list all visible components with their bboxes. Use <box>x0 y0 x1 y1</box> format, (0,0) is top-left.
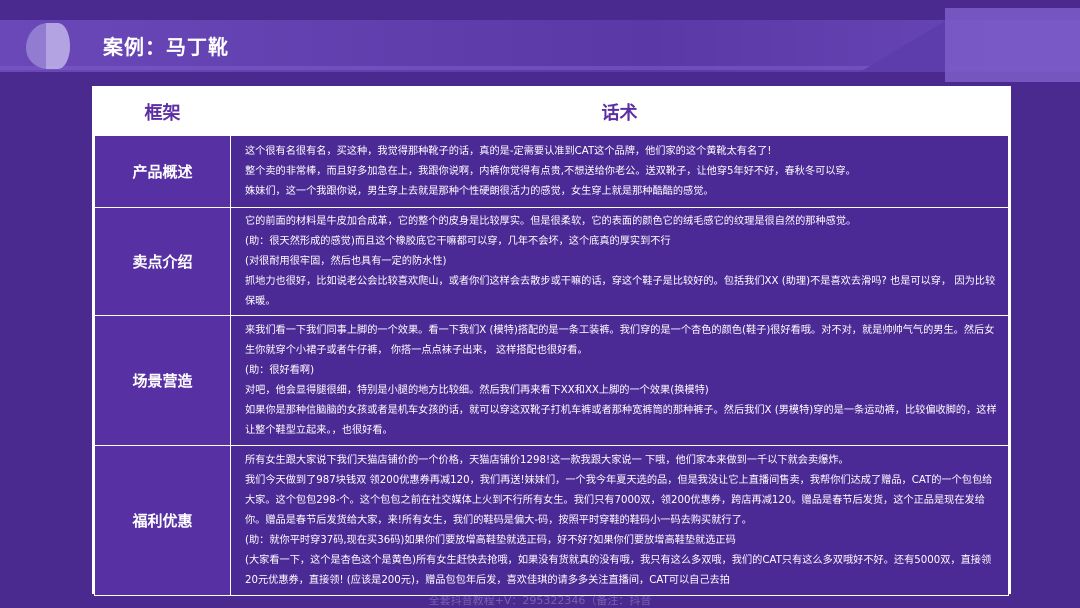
speech-line: 姝妹们，这一个我跟你说，男生穿上去就是那种个性硬朗很活力的感觉，女生穿上就是那种… <box>245 185 714 197</box>
row-speech: 它的前面的材料是牛皮加合成革，它的整个的皮身是比较厚实。但是很柔软，它的表面的颜… <box>230 207 1009 316</box>
row-speech: 来我们看一下我们同事上脚的一个效果。看一下我们X (模特)搭配的是一条工装裤。我… <box>230 315 1009 446</box>
row-frame-label: 卖点介绍 <box>94 207 231 316</box>
speech-line: 对吧，他会显得腿很细，特别是小腿的地方比较细。然后我们再来看下XX和XX上脚的一… <box>245 384 709 396</box>
table-header-row: 框架 话术 <box>94 88 1009 136</box>
script-table-grid: 框架 话术 产品概述 这个很有名很有名，买这种，我觉得那种靴子的话，真的是-定需… <box>94 88 1009 596</box>
speech-line: 它的前面的材料是牛皮加合成革，它的整个的皮身是比较厚实。但是很柔软，它的表面的颜… <box>245 215 857 227</box>
speech-line: 这个很有名很有名，买这种，我觉得那种靴子的话，真的是-定需要认准到CAT这个品牌… <box>245 145 772 157</box>
row-frame-label: 场景营造 <box>94 315 231 446</box>
table-row: 场景营造 来我们看一下我们同事上脚的一个效果。看一下我们X (模特)搭配的是一条… <box>94 315 1009 446</box>
header-frame: 框架 <box>94 88 231 136</box>
speech-line: 我们今天做到了987块钱双 领200优惠券再减120，我们再送!妹妹们，一个我今… <box>245 474 993 526</box>
row-speech: 所有女生跟大家说下我们天猫店铺价的一个价格，天猫店铺价1298!这一款我跟大家说… <box>230 445 1009 596</box>
row-frame-label: 产品概述 <box>94 135 231 208</box>
speech-line: 抓地力也很好，比如说老公会比较喜欢爬山，或者你们这样会去散步或干嘛的话，穿这个鞋… <box>245 275 996 307</box>
speech-line: (助：很好看啊) <box>245 364 315 376</box>
speech-line: 来我们看一下我们同事上脚的一个效果。看一下我们X (模特)搭配的是一条工装裤。我… <box>245 324 995 356</box>
speech-line: (对很耐用很牢固，然后也具有一定的防水性) <box>245 255 447 267</box>
table-row: 卖点介绍 它的前面的材料是牛皮加合成革，它的整个的皮身是比较厚实。但是很柔软，它… <box>94 207 1009 316</box>
script-table: 框架 话术 产品概述 这个很有名很有名，买这种，我觉得那种靴子的话，真的是-定需… <box>92 86 1011 596</box>
speech-line: (助：很天然形成的感觉)而且这个橡胶底它干嘛都可以穿，几年不会坏，这个底真的厚实… <box>245 235 671 247</box>
header-speech: 话术 <box>230 88 1009 136</box>
logo-icon <box>26 23 70 69</box>
table-row: 产品概述 这个很有名很有名，买这种，我觉得那种靴子的话，真的是-定需要认准到CA… <box>94 135 1009 208</box>
slide-title: 案例：马丁靴 <box>103 35 229 59</box>
corner-decoration <box>945 8 1080 82</box>
speech-line: (大家看一下，这个是杏色这个是黄色)所有女生赶快去抢哦，如果没有货就真的没有哦，… <box>245 554 992 586</box>
row-frame-label: 福利优惠 <box>94 445 231 596</box>
speech-line: (助：就你平时穿37码,现在买36码)如果你们要放增高鞋垫就选正码，好不好?如果… <box>245 534 736 546</box>
row-speech: 这个很有名很有名，买这种，我觉得那种靴子的话，真的是-定需要认准到CAT这个品牌… <box>230 135 1009 208</box>
speech-line: 如果你是那种信脑脑的女孩或者是机车女孩的话，就可以穿这双靴子打机车裤或者那种宽裤… <box>245 404 997 436</box>
speech-line: 整个卖的非常棒，而且好多加急在上，我跟你说啊，内裤你觉得有点贵,不想送给你老公。… <box>245 165 856 177</box>
table-row: 福利优惠 所有女生跟大家说下我们天猫店铺价的一个价格，天猫店铺价1298!这一款… <box>94 445 1009 596</box>
speech-line: 所有女生跟大家说下我们天猫店铺价的一个价格，天猫店铺价1298!这一款我跟大家说… <box>245 454 849 466</box>
watermark-text: 全套抖音教程+V：295322346（备注：抖音 <box>428 594 652 607</box>
